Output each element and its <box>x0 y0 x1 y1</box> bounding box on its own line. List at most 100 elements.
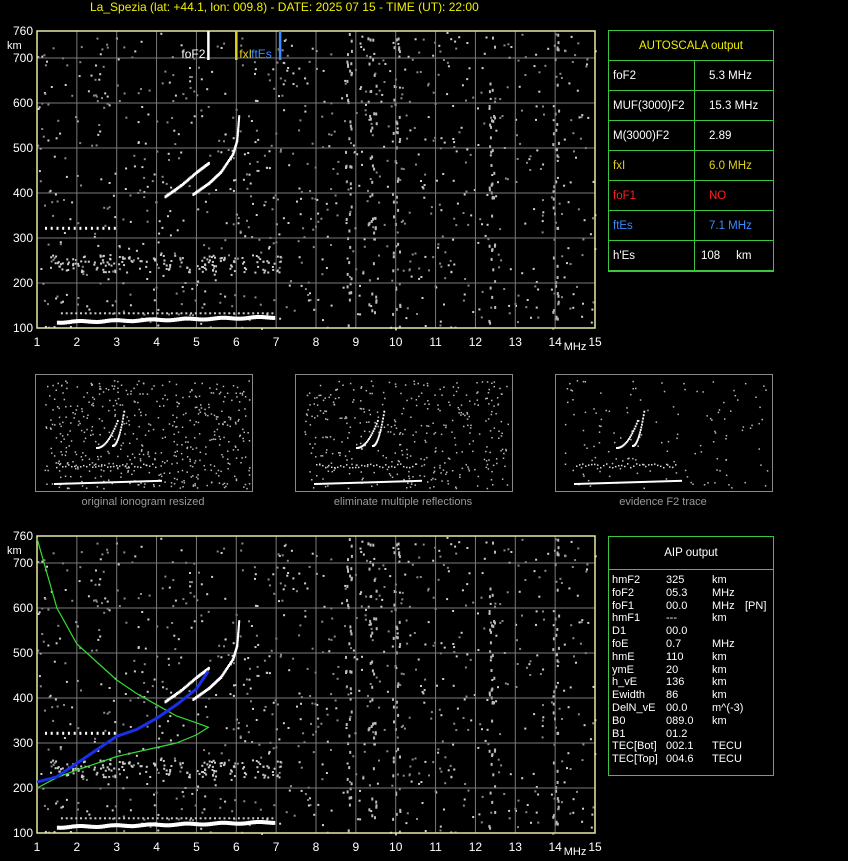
noise-dot <box>200 583 203 586</box>
noise-dot <box>346 60 349 64</box>
noise-dot <box>360 591 363 594</box>
noise-dot <box>103 711 106 714</box>
noise-dot <box>477 649 480 651</box>
thumb-noise-dot <box>761 418 763 421</box>
noise-dot <box>373 557 376 560</box>
thumb-noise-dot <box>242 428 244 431</box>
y-tick-label: 500 <box>13 646 33 660</box>
noise-dot <box>506 178 509 181</box>
noise-dot <box>180 656 183 659</box>
thumb-f-dot <box>325 466 327 469</box>
noise-dot <box>64 589 67 591</box>
grid <box>36 535 596 834</box>
noise-dot <box>463 293 466 296</box>
noise-dot <box>263 154 266 157</box>
noise-dot <box>167 215 169 218</box>
thumb-noise-dot <box>593 408 595 410</box>
noise-dot <box>188 268 191 271</box>
noise-dot <box>117 563 120 566</box>
noise-dot <box>538 576 541 579</box>
noise-dot <box>56 200 59 203</box>
thumb-noise-dot <box>176 401 178 403</box>
noise-dot <box>399 305 402 308</box>
thumb-noise-dot <box>420 458 422 460</box>
es-echo-dot <box>70 312 73 315</box>
aip-value: 110 <box>666 650 684 663</box>
noise-dot <box>103 206 106 209</box>
noise-dot <box>123 597 126 600</box>
thumb-noise-dot <box>468 415 470 418</box>
noise-dot <box>403 727 406 730</box>
x-tick-label: 2 <box>74 840 81 854</box>
noise-dot <box>369 195 372 198</box>
noise-dot <box>237 762 239 765</box>
noise-dot <box>248 173 251 176</box>
thumb-es-dot <box>112 481 114 484</box>
noise-dot <box>515 686 518 688</box>
es-trace <box>56 817 276 830</box>
noise-dot <box>267 271 270 274</box>
thumb-noise-dot <box>348 473 351 475</box>
thumb-noise-dot <box>441 450 444 453</box>
noise-dot <box>589 738 592 741</box>
noise-dot <box>54 193 57 196</box>
thumb-noise-dot <box>204 408 206 411</box>
thumb-noise-dot <box>714 432 717 434</box>
thumb-noise-dot <box>427 425 430 427</box>
thumb-noise-dot <box>308 392 311 394</box>
noise-dot <box>517 564 520 567</box>
noise-dot <box>530 316 532 319</box>
noise-dot <box>552 197 555 201</box>
thumb-noise-dot <box>210 413 213 415</box>
thumb-noise-dot <box>211 438 213 441</box>
thumb-f-dot <box>400 463 402 465</box>
noise-dot <box>539 673 542 675</box>
es-echo-dot <box>99 312 102 315</box>
thumb-noise-dot <box>460 404 463 406</box>
thumb-noise-dot <box>311 415 313 418</box>
noise-dot <box>108 711 111 714</box>
noise-dot <box>201 811 204 814</box>
thumb-es-dot <box>646 480 648 483</box>
noise-dot <box>336 719 339 722</box>
noise-dot <box>137 626 140 629</box>
thumb-es-dot <box>354 481 356 484</box>
noise-dot <box>102 766 105 769</box>
thumb-noise-dot <box>58 460 60 462</box>
noise-dot <box>77 222 80 225</box>
noise-dot <box>437 751 440 754</box>
thumb-noise-dot <box>352 401 354 403</box>
noise-dot <box>255 255 258 257</box>
thumb-noise-dot <box>53 398 56 400</box>
thumb-es-dot <box>122 480 124 483</box>
noise-dot <box>447 264 450 267</box>
noise-dot <box>57 624 60 627</box>
noise-dot <box>157 324 160 327</box>
thumb-noise-dot <box>72 461 74 463</box>
noise-dot <box>446 31 449 34</box>
thumb-noise-dot <box>432 477 434 480</box>
noise-dot <box>181 257 184 260</box>
thumb-noise-dot <box>227 462 229 464</box>
noise-dot <box>135 249 138 252</box>
thumb-noise-dot <box>694 452 696 455</box>
noise-dot <box>281 94 284 97</box>
noise-dot <box>86 305 89 308</box>
noise-dot <box>392 760 395 764</box>
noise-dot <box>490 125 492 129</box>
noise-dot <box>295 85 298 88</box>
noise-dot <box>453 217 456 220</box>
noise-dot <box>106 261 109 264</box>
autoscala-label-0: foF2 <box>608 60 695 91</box>
noise-dot <box>366 54 368 57</box>
thumb-noise-dot <box>241 394 244 396</box>
thumb-es-dot <box>118 481 120 484</box>
thumb-noise-dot <box>632 380 634 383</box>
noise-dot <box>158 725 161 728</box>
noise-dot <box>592 301 595 304</box>
f2-x-dot <box>238 115 241 119</box>
noise-dot <box>409 765 412 768</box>
thumb-noise-dot <box>145 414 147 416</box>
noise-dot <box>254 72 256 75</box>
thumb-noise-dot <box>675 472 678 474</box>
